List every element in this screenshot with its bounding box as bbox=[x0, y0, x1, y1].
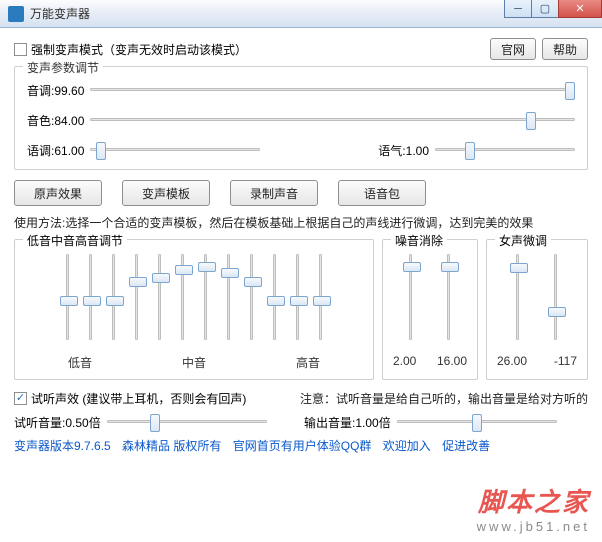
voice-template-button[interactable]: 变声模板 bbox=[122, 180, 210, 206]
noise-legend: 噪音消除 bbox=[391, 232, 447, 249]
eq-slider-4[interactable] bbox=[152, 254, 168, 340]
eq-slider-5[interactable] bbox=[175, 254, 191, 340]
noise-val-1: 2.00 bbox=[393, 354, 416, 368]
eq-slider-11[interactable] bbox=[313, 254, 329, 340]
eq-label-bass: 低音 bbox=[68, 354, 92, 371]
preview-vol-value: 0.50倍 bbox=[65, 416, 100, 430]
force-mode-checkbox[interactable] bbox=[14, 43, 27, 56]
original-sound-button[interactable]: 原声效果 bbox=[14, 180, 102, 206]
version-link[interactable]: 变声器版本9.7.6.5 bbox=[14, 439, 111, 453]
preview-vol-slider[interactable] bbox=[107, 413, 267, 431]
eq-slider-8[interactable] bbox=[244, 254, 260, 340]
timbre-slider[interactable] bbox=[90, 111, 575, 129]
noise-slider-0[interactable] bbox=[403, 254, 419, 340]
intonation-label: 语调: bbox=[27, 144, 54, 158]
window-title: 万能变声器 bbox=[30, 5, 90, 22]
noise-val-2: 16.00 bbox=[437, 354, 467, 368]
eq-slider-7[interactable] bbox=[221, 254, 237, 340]
watermark-url: www.jb51.net bbox=[477, 519, 590, 534]
eq-group: 低音中音高音调节 低音 中音 高音 bbox=[14, 239, 374, 380]
eq-slider-10[interactable] bbox=[290, 254, 306, 340]
output-vol-value: 1.00倍 bbox=[355, 416, 390, 430]
preview-checkbox[interactable]: ✓ bbox=[14, 392, 27, 405]
eq-slider-9[interactable] bbox=[267, 254, 283, 340]
voice-pack-button[interactable]: 语音包 bbox=[338, 180, 426, 206]
website-button[interactable]: 官网 bbox=[490, 38, 536, 60]
instruction-text: 使用方法:选择一个合适的变声模板，然后在模板基础上根据自己的声线进行微调，达到完… bbox=[14, 214, 588, 231]
eq-slider-1[interactable] bbox=[83, 254, 99, 340]
tone-value: 1.00 bbox=[406, 144, 429, 158]
output-vol-label: 输出音量: bbox=[304, 416, 355, 430]
voice-params-group: 变声参数调节 音调:99.60 音色:84.00 语调:61.00 语气:1.0… bbox=[14, 66, 588, 170]
force-mode-label: 强制变声模式（变声无效时启动该模式） bbox=[31, 41, 247, 58]
timbre-label: 音色: bbox=[27, 114, 54, 128]
footer-links: 变声器版本9.7.6.5 森林精品 版权所有 官网首页有用户体验QQ群 欢迎加入… bbox=[14, 437, 588, 454]
volume-note: 注意：试听音量是给自己听的，输出音量是给对方听的 bbox=[300, 390, 588, 407]
pitch-slider[interactable] bbox=[90, 81, 575, 99]
eq-label-mid: 中音 bbox=[182, 354, 206, 371]
welcome-link[interactable]: 欢迎加入 bbox=[383, 439, 431, 453]
intonation-slider[interactable] bbox=[90, 141, 260, 159]
preview-label: 试听声效 (建议带上耳机，否则会有回声) bbox=[31, 390, 246, 407]
maximize-button[interactable]: ▢ bbox=[531, 0, 559, 18]
qq-link[interactable]: 官网首页有用户体验QQ群 bbox=[233, 439, 372, 453]
voice-params-legend: 变声参数调节 bbox=[23, 59, 103, 76]
timbre-value: 84.00 bbox=[54, 114, 84, 128]
output-vol-slider[interactable] bbox=[397, 413, 557, 431]
window-buttons: ─ ▢ ✕ bbox=[505, 0, 602, 18]
watermark-cn: 脚本之家 bbox=[477, 482, 590, 519]
female-slider-0[interactable] bbox=[510, 254, 526, 340]
noise-slider-1[interactable] bbox=[441, 254, 457, 340]
intonation-value: 61.00 bbox=[54, 144, 84, 158]
copyright-link[interactable]: 森林精品 版权所有 bbox=[122, 439, 221, 453]
eq-slider-3[interactable] bbox=[129, 254, 145, 340]
female-legend: 女声微调 bbox=[495, 232, 551, 249]
eq-label-treble: 高音 bbox=[296, 354, 320, 371]
eq-slider-6[interactable] bbox=[198, 254, 214, 340]
help-button[interactable]: 帮助 bbox=[542, 38, 588, 60]
female-val-2: -117 bbox=[554, 354, 577, 368]
record-sound-button[interactable]: 录制声音 bbox=[230, 180, 318, 206]
noise-group: 噪音消除 2.00 16.00 bbox=[382, 239, 478, 380]
pitch-label: 音调: bbox=[27, 84, 54, 98]
minimize-button[interactable]: ─ bbox=[504, 0, 532, 18]
titlebar: 万能变声器 ─ ▢ ✕ bbox=[0, 0, 602, 28]
close-button[interactable]: ✕ bbox=[558, 0, 602, 18]
tone-slider[interactable] bbox=[435, 141, 575, 159]
tone-label: 语气: bbox=[378, 144, 405, 158]
eq-legend: 低音中音高音调节 bbox=[23, 232, 127, 249]
pitch-value: 99.60 bbox=[54, 84, 84, 98]
eq-slider-0[interactable] bbox=[60, 254, 76, 340]
app-icon bbox=[8, 6, 24, 22]
preview-vol-label: 试听音量: bbox=[14, 416, 65, 430]
watermark: 脚本之家 www.jb51.net bbox=[477, 482, 590, 534]
improve-link[interactable]: 促进改善 bbox=[442, 439, 490, 453]
female-val-1: 26.00 bbox=[497, 354, 527, 368]
female-group: 女声微调 26.00 -117 bbox=[486, 239, 588, 380]
eq-slider-2[interactable] bbox=[106, 254, 122, 340]
female-slider-1[interactable] bbox=[548, 254, 564, 340]
